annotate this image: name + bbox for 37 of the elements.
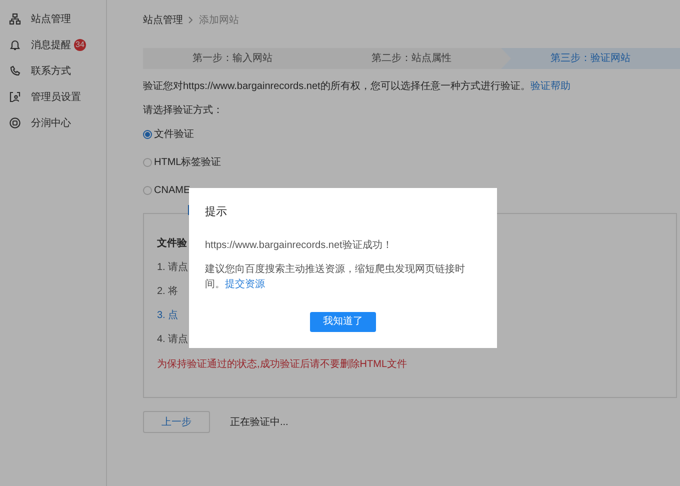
radio-button[interactable]	[143, 186, 152, 194]
method-prompt: 请选择验证方式：	[143, 104, 224, 118]
instruction-text: 2. 将	[157, 285, 178, 297]
phone-icon	[9, 65, 21, 77]
submit-link[interactable]: 提交资源	[225, 278, 265, 290]
breadcrumb-item: 添加网站	[199, 14, 239, 28]
warning-text: 为保持验证通过的状态,成功验证后请不要删除HTML文件	[157, 358, 408, 372]
step-link[interactable]: 3. 点	[157, 308, 178, 321]
sidebar-item[interactable]: 消息提醒	[31, 38, 71, 52]
radio-label[interactable]: 文件验证	[154, 126, 194, 142]
status-text: 正在验证中...	[230, 416, 288, 430]
sitemap-icon	[9, 13, 21, 25]
sidebar-item[interactable]: 站点管理	[31, 12, 71, 26]
bell-icon	[9, 39, 21, 51]
step-label: 第一步：输入网站	[192, 52, 272, 66]
instruction-text: 4. 请点	[157, 332, 188, 345]
confirm-button[interactable]: 我知道了	[310, 312, 376, 332]
dialog-title: 提示	[205, 205, 228, 220]
breadcrumb-item[interactable]: 站点管理	[143, 12, 183, 28]
radio-button[interactable]	[143, 130, 152, 138]
step-label: 第二步：站点属性	[372, 52, 452, 66]
chevron-icon	[188, 16, 194, 24]
sidebar-item[interactable]: 联系方式	[31, 64, 71, 78]
radio-button[interactable]	[143, 158, 152, 166]
id-card-icon	[9, 91, 21, 103]
circle-icon	[9, 117, 21, 129]
step-label: 第三步：验证网站	[550, 52, 630, 66]
dialog-message: https://www.bargainrecords.net验证成功！	[205, 238, 394, 252]
radio-label[interactable]: CNAME	[154, 182, 190, 198]
sidebar-item[interactable]: 分润中心	[31, 116, 71, 130]
radio-label[interactable]: HTML标签验证	[154, 154, 222, 170]
count-badge: 34	[74, 39, 86, 51]
panel-title: 文件验	[157, 236, 187, 250]
instruction-text: 1. 请点	[157, 260, 188, 273]
intro-text: 验证您对https://www.bargainrecords.net的所有权，您可以选择任意一种方式进行验证。验证帮助	[143, 80, 572, 94]
sidebar-item[interactable]: 管理员设置	[31, 90, 81, 104]
dialog-suggestion: 建议您向百度搜索主动推送资源，缩短爬虫发现网页链接时间。提交资源	[205, 262, 466, 292]
